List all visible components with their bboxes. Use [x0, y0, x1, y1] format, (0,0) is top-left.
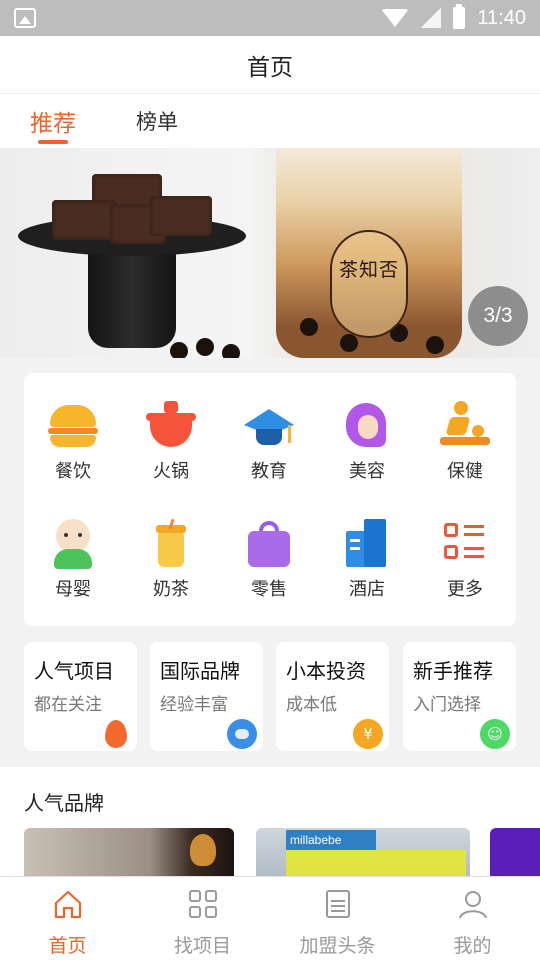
popular-brands-section: 人气品牌 millabebe [0, 767, 540, 877]
banner-bowl-stem [88, 248, 176, 348]
category-more[interactable]: 更多 [416, 491, 514, 601]
category-label: 餐饮 [55, 461, 91, 482]
banner-cup-text: 茶知否 [338, 259, 399, 281]
banner-carousel[interactable]: 茶知否 3/3 [0, 148, 540, 358]
nav-label: 我的 [453, 935, 492, 957]
beauty-icon [342, 401, 392, 447]
category-maternity[interactable]: 母婴 [24, 491, 122, 601]
banner-pearl [196, 338, 214, 356]
feature-subtitle: 入门选择 [413, 695, 481, 715]
feature-international-brands[interactable]: 国际品牌 经验丰富 [150, 642, 263, 751]
nav-franchise-news[interactable]: 加盟头条 [270, 877, 405, 960]
massage-icon [440, 401, 490, 445]
no-signal-icon [421, 8, 442, 28]
section-title: 人气品牌 [24, 791, 104, 815]
baby-icon [48, 519, 98, 569]
feature-title: 新手推荐 [413, 659, 493, 683]
category-label: 更多 [447, 579, 483, 600]
hotpot-icon [146, 401, 196, 447]
category-label: 火锅 [153, 461, 189, 482]
category-food[interactable]: 餐饮 [24, 373, 122, 483]
category-label: 奶茶 [153, 579, 189, 600]
wifi-icon [381, 9, 410, 27]
category-grid: 餐饮 火锅 教育 美容 保健 母婴 奶茶 零售 酒店 更多 [24, 373, 516, 626]
category-hotpot[interactable]: 火锅 [122, 373, 220, 483]
category-education[interactable]: 教育 [220, 373, 318, 483]
banner-cube [150, 196, 212, 236]
banner-cube [52, 200, 116, 240]
smile-icon: ☺ [480, 719, 510, 749]
bottom-nav: 首页 找项目 加盟头条 我的 [0, 876, 540, 960]
feature-title: 人气项目 [34, 659, 114, 683]
shopping-bag-icon [244, 519, 294, 567]
globe-icon [227, 719, 257, 749]
nav-label: 找项目 [173, 935, 231, 957]
feature-subtitle: 成本低 [286, 695, 337, 715]
home-icon [51, 887, 85, 921]
category-label: 零售 [251, 579, 287, 600]
brand-card[interactable] [490, 828, 540, 877]
flame-icon [101, 719, 131, 749]
banner-pearl [300, 318, 318, 336]
tab-ranking[interactable]: 榜单 [136, 94, 178, 148]
feature-popular-projects[interactable]: 人气项目 都在关注 [24, 642, 137, 751]
banner-pearl [222, 344, 240, 358]
category-health[interactable]: 保健 [416, 373, 514, 483]
feature-subtitle: 经验丰富 [160, 695, 228, 715]
page-title: 首页 [247, 54, 293, 81]
brand-storefront [286, 850, 466, 877]
banner-cup-label: 茶知否 [330, 230, 408, 338]
grid-icon [186, 887, 220, 921]
banner-pearl [170, 342, 188, 358]
graduation-cap-icon [244, 401, 294, 445]
brand-card[interactable] [24, 828, 234, 877]
tab-recommend[interactable]: 推荐 [30, 94, 76, 148]
banner-pearl [340, 334, 358, 352]
nav-mine[interactable]: 我的 [405, 877, 540, 960]
brand-logo-icon [190, 834, 216, 866]
feature-title: 小本投资 [286, 659, 366, 683]
nav-label: 首页 [48, 935, 87, 957]
nav-home[interactable]: 首页 [0, 877, 135, 960]
category-hotel[interactable]: 酒店 [318, 491, 416, 601]
feature-beginner-picks[interactable]: 新手推荐 入门选择 ☺ [403, 642, 516, 751]
user-icon [456, 887, 490, 921]
brand-sign: millabebe [286, 830, 376, 850]
burger-icon [48, 401, 98, 447]
category-label: 教育 [251, 461, 287, 482]
battery-charging-icon [453, 4, 466, 29]
feature-subtitle: 都在关注 [34, 695, 102, 715]
image-icon [14, 8, 36, 28]
category-retail[interactable]: 零售 [220, 491, 318, 601]
nav-label: 加盟头条 [299, 935, 376, 957]
nav-find-project[interactable]: 找项目 [135, 877, 270, 960]
tab-bar: 推荐 榜单 [0, 94, 540, 148]
milk-tea-icon [146, 518, 196, 567]
feature-small-investment[interactable]: 小本投资 成本低 ¥ [276, 642, 389, 751]
news-icon [321, 887, 355, 921]
hotel-icon [342, 519, 392, 567]
app-header: 首页 [0, 36, 540, 94]
category-label: 母婴 [55, 579, 91, 600]
category-label: 酒店 [349, 579, 385, 600]
category-milk-tea[interactable]: 奶茶 [122, 491, 220, 601]
yen-coin-icon: ¥ [353, 719, 383, 749]
category-beauty[interactable]: 美容 [318, 373, 416, 483]
status-time: 11:40 [477, 6, 526, 29]
banner-pearl [426, 336, 444, 354]
more-list-icon [440, 519, 490, 559]
brand-card[interactable]: millabebe [256, 828, 470, 877]
category-label: 保健 [447, 461, 483, 482]
status-bar: 11:40 [0, 0, 540, 36]
feature-title: 国际品牌 [160, 659, 240, 683]
category-label: 美容 [349, 461, 385, 482]
banner-page-indicator: 3/3 [468, 286, 528, 346]
